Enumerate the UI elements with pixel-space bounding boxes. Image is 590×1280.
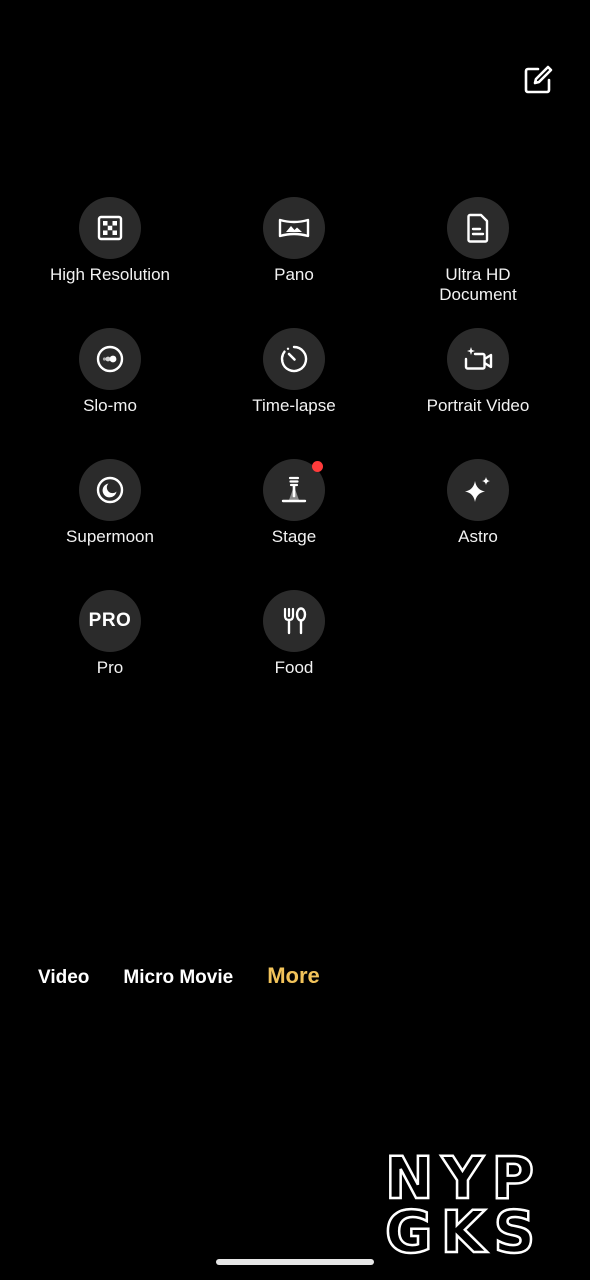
pro-icon: PRO (88, 610, 132, 631)
moon-icon (96, 476, 124, 504)
mode-high-resolution[interactable]: High Resolution (18, 197, 202, 328)
mode-food[interactable]: Food (202, 590, 386, 721)
mode-label: Slo-mo (83, 396, 137, 415)
mode-slo-mo[interactable]: Slo-mo (18, 328, 202, 459)
mode-label: Food (274, 658, 314, 677)
mode-icon-button[interactable] (79, 328, 141, 390)
sparkle-stars-icon (465, 477, 490, 502)
mode-icon-button[interactable] (79, 197, 141, 259)
mode-label: Stage (271, 527, 317, 546)
edit-modes-button[interactable] (521, 63, 555, 97)
mode-icon-button[interactable] (447, 459, 509, 521)
mode-label: Astro (458, 527, 498, 546)
mode-pano[interactable]: Pano (202, 197, 386, 328)
tab-more[interactable]: More (267, 963, 320, 989)
mode-icon-button[interactable] (263, 328, 325, 390)
mode-portrait-video[interactable]: Portrait Video (386, 328, 570, 459)
high-resolution-icon (97, 215, 123, 241)
tab-micro-movie[interactable]: Micro Movie (123, 967, 233, 989)
mode-time-lapse[interactable]: Time-lapse (202, 328, 386, 459)
mode-icon-button[interactable]: PRO (79, 590, 141, 652)
mode-stage[interactable]: Stage (202, 459, 386, 590)
tab-video[interactable]: Video (38, 967, 89, 989)
watermark-logo: NYP GKS (384, 1143, 580, 1268)
home-indicator[interactable] (216, 1259, 374, 1265)
mode-icon-button[interactable] (263, 590, 325, 652)
mode-label: Pro (96, 658, 124, 677)
mode-label: Pano (274, 265, 314, 284)
mode-label: Time-lapse (252, 396, 336, 415)
mode-label: Ultra HD Document (439, 265, 517, 304)
mode-label: Portrait Video (426, 396, 530, 415)
panorama-icon (278, 218, 310, 238)
mode-astro[interactable]: Astro (386, 459, 570, 590)
fork-spoon-icon (283, 607, 307, 635)
slow-motion-icon (96, 345, 124, 373)
camera-mode-bar: Video Micro Movie More (38, 963, 354, 993)
stage-spotlight-icon (281, 476, 307, 503)
mode-ultra-hd-document[interactable]: Ultra HD Document (386, 197, 570, 328)
mode-label: Supermoon (66, 527, 154, 546)
watermark-text-line2: GKS (385, 1198, 543, 1255)
timer-icon (280, 345, 308, 373)
mode-label: High Resolution (49, 265, 170, 284)
camera-modes-grid: High Resolution Pano Ultra HD Document S… (18, 197, 570, 721)
mode-icon-button[interactable] (263, 197, 325, 259)
mode-icon-button[interactable] (447, 328, 509, 390)
new-badge-dot (312, 461, 323, 472)
edit-square-icon (524, 65, 553, 94)
document-icon (467, 213, 489, 243)
mode-pro[interactable]: PRO Pro (18, 590, 202, 721)
mode-icon-button[interactable] (447, 197, 509, 259)
mode-icon-button[interactable] (79, 459, 141, 521)
portrait-video-icon (464, 347, 493, 370)
mode-supermoon[interactable]: Supermoon (18, 459, 202, 590)
mode-icon-button[interactable] (263, 459, 325, 521)
